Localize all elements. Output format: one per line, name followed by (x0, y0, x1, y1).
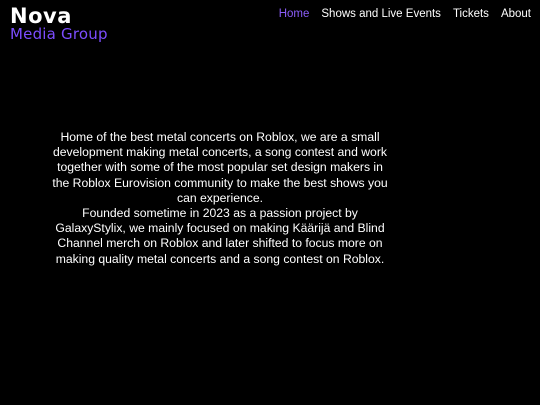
intro-paragraph-2: Founded sometime in 2023 as a passion pr… (55, 206, 385, 266)
logo-title: Nova (10, 4, 72, 28)
nav-about[interactable]: About (501, 8, 531, 20)
nav-tickets[interactable]: Tickets (453, 8, 489, 20)
nav-shows-and-live-events[interactable]: Shows and Live Events (321, 8, 441, 20)
nav-home[interactable]: Home (279, 8, 310, 20)
intro-text: Home of the best metal concerts on Roblo… (50, 130, 390, 267)
logo[interactable]: Nova Media Group (10, 6, 108, 42)
intro-paragraph-1: Home of the best metal concerts on Roblo… (52, 130, 388, 205)
logo-subtitle: Media Group (10, 25, 108, 43)
main-nav: Home Shows and Live Events Tickets About (279, 8, 531, 20)
